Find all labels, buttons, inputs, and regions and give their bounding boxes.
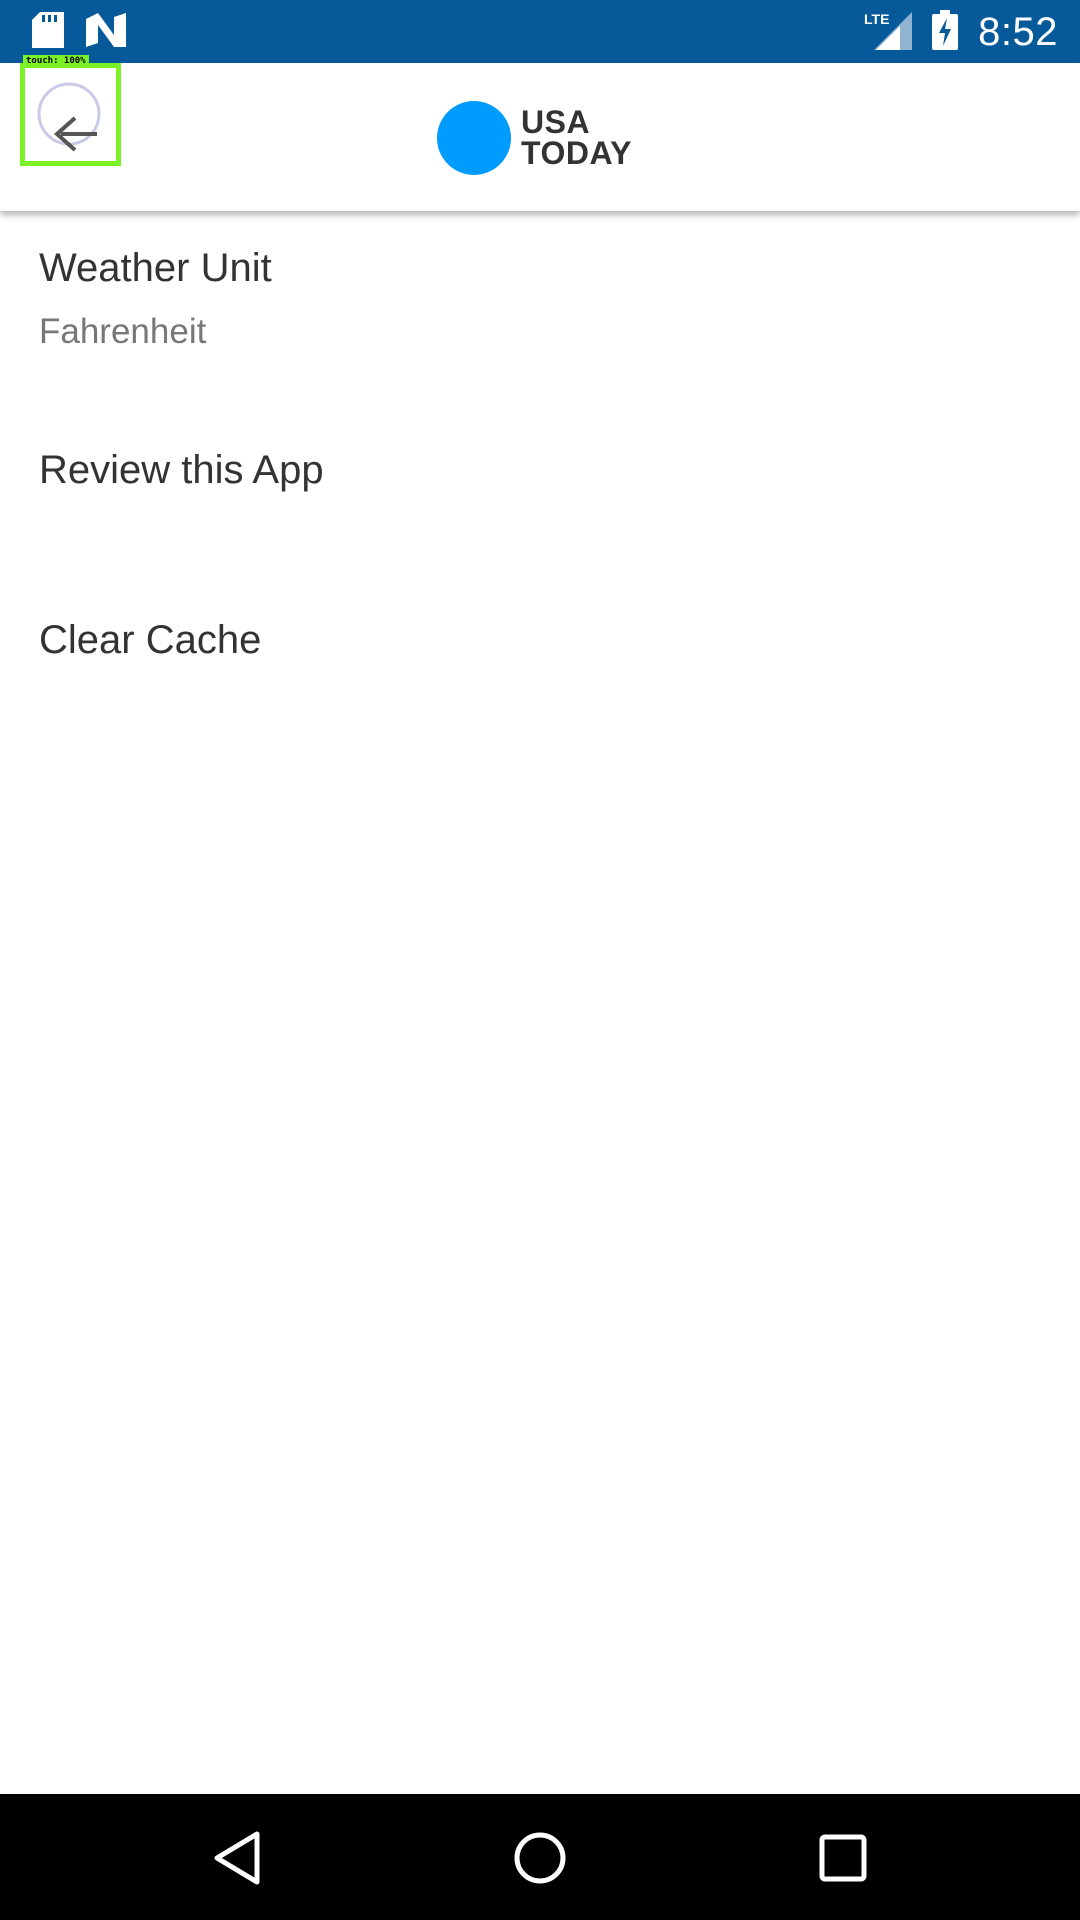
app-bar: touch: 100% USA TODAY (0, 55, 1080, 211)
home-nav-icon[interactable] (508, 1826, 572, 1890)
logo-line-2: TODAY (521, 135, 632, 171)
clock: 8:52 (978, 9, 1058, 54)
n-notification-icon (86, 13, 126, 52)
status-right-icons: LTE 8:52 (864, 6, 1058, 58)
logo-wordmark: USA TODAY (521, 104, 632, 171)
navigation-bar (0, 1794, 1080, 1920)
back-button[interactable]: touch: 100% (20, 55, 121, 166)
review-app-title: Review this App (39, 448, 324, 492)
status-bar: LTE 8:52 (0, 0, 1080, 63)
lte-label: LTE (864, 11, 889, 27)
back-nav-icon[interactable] (205, 1826, 269, 1890)
lte-signal-icon: LTE (864, 10, 913, 55)
usa-today-logo: USA TODAY (437, 98, 632, 178)
logo-dot-icon (437, 101, 511, 175)
touch-indicator-label: touch: 100% (23, 55, 89, 68)
weather-unit-value: Fahrenheit (39, 312, 207, 351)
back-arrow-icon (37, 82, 101, 152)
weather-unit-title: Weather Unit (39, 246, 272, 290)
clear-cache-title: Clear Cache (39, 618, 262, 662)
recents-nav-icon[interactable] (811, 1826, 875, 1890)
sd-card-icon (32, 12, 64, 53)
status-left-icons (32, 12, 126, 53)
logo-line-1: USA (521, 104, 591, 140)
battery-charging-icon (932, 9, 959, 55)
screen: LTE 8:52 touch: 100% USA TODAY Weather U… (0, 0, 1080, 1920)
